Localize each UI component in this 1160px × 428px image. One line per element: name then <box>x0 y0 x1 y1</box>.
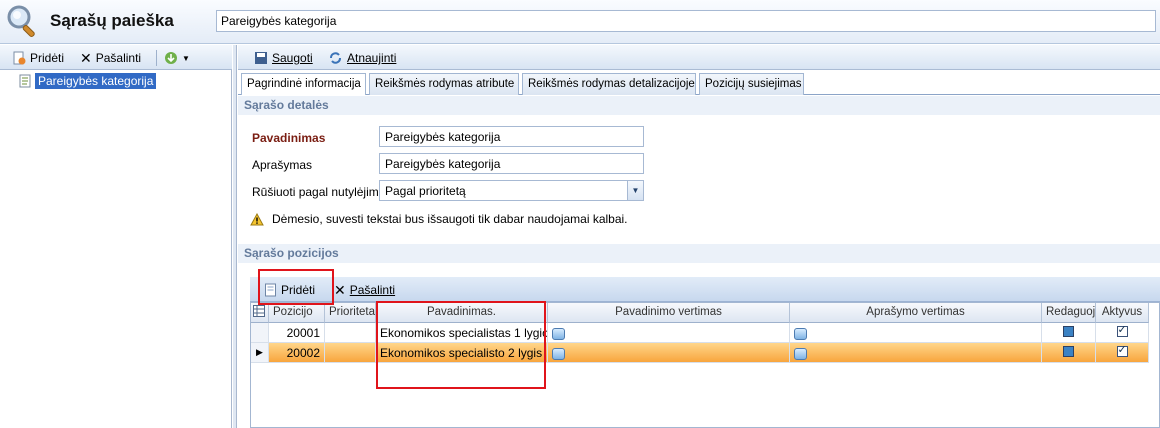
add-list-button[interactable]: Pridėti <box>12 49 64 67</box>
refresh-button[interactable]: Atnaujinti <box>328 49 396 67</box>
left-toolbar: Pridėti ✕ Pašalinti ▼ <box>0 45 232 70</box>
warning-text: Dėmesio, suvesti tekstai bus išsaugoti t… <box>272 212 628 226</box>
remove-position-button[interactable]: ✕ Pašalinti <box>334 281 395 299</box>
tab-strip: Pagrindinė informacija Reikšmės rodymas … <box>238 73 1160 96</box>
download-icon <box>165 52 177 64</box>
column-header-position[interactable]: Pozicijo <box>269 303 325 323</box>
positions-toolbar: Pridėti ✕ Pašalinti <box>250 277 1160 302</box>
pane-splitter[interactable] <box>233 45 237 428</box>
details-section-title: Sąrašo detalės <box>238 96 1160 115</box>
right-toolbar: Saugoti Atnaujinti <box>238 45 1160 70</box>
toolbar-divider <box>156 50 157 66</box>
tab-position-linking[interactable]: Pozicijų susiejimas <box>699 73 804 95</box>
highlight-box-add <box>258 269 334 305</box>
magnifier-icon <box>7 5 35 38</box>
translation-icon[interactable] <box>794 327 807 340</box>
row-indicator <box>251 323 269 343</box>
cell-description-translation[interactable] <box>790 343 1042 363</box>
cell-name-translation[interactable] <box>548 323 790 343</box>
save-label: Saugoti <box>272 51 313 65</box>
table-icon <box>253 305 265 317</box>
sort-label: Rūšiuoti pagal nutylėjimą <box>252 185 386 199</box>
chevron-down-icon[interactable]: ▼ <box>627 181 643 200</box>
column-header-priority[interactable]: Prioriteta <box>325 303 376 323</box>
name-label: Pavadinimas <box>252 131 326 145</box>
warning-message: Dėmesio, suvesti tekstai bus išsaugoti t… <box>250 212 628 226</box>
cell-active[interactable] <box>1096 323 1149 343</box>
active-checkbox[interactable] <box>1116 343 1128 357</box>
editable-checkbox[interactable] <box>1063 326 1074 337</box>
export-dropdown-button[interactable]: ▼ <box>164 49 190 67</box>
tab-main-info[interactable]: Pagrindinė informacija <box>241 73 366 96</box>
cell-position[interactable]: 20001 <box>269 323 325 343</box>
highlight-box-name-column <box>376 301 546 389</box>
positions-section-title: Sąrašo pozicijos <box>238 244 1160 263</box>
warning-icon <box>250 212 264 225</box>
tab-detail-display[interactable]: Reikšmės rodymas detalizacijoje <box>522 73 696 95</box>
column-header-name-translation[interactable]: Pavadinimo vertimas <box>548 303 790 323</box>
close-icon: ✕ <box>80 50 92 66</box>
active-checkbox[interactable] <box>1116 323 1128 337</box>
tree-item-label: Pareigybės kategorija <box>35 73 157 89</box>
cell-editable[interactable] <box>1042 343 1096 363</box>
app-title: Sąrašų paieška <box>50 11 174 30</box>
tree-item[interactable]: Pareigybės kategorija <box>18 73 157 89</box>
add-document-icon <box>13 51 26 65</box>
translation-icon[interactable] <box>552 347 565 360</box>
remove-list-label: Pašalinti <box>95 51 142 65</box>
column-header-active[interactable]: Aktyvus <box>1096 303 1149 323</box>
refresh-icon <box>330 52 341 64</box>
row-pointer-icon: ▶ <box>251 343 269 363</box>
cell-description-translation[interactable] <box>790 323 1042 343</box>
grid-column-chooser[interactable] <box>251 303 269 323</box>
cell-active[interactable] <box>1096 343 1149 363</box>
remove-position-label: Pašalinti <box>349 283 396 297</box>
refresh-label: Atnaujinti <box>347 51 397 65</box>
translation-icon[interactable] <box>794 347 807 360</box>
description-label: Aprašymas <box>252 158 313 172</box>
chevron-down-icon: ▼ <box>182 53 190 63</box>
save-button[interactable]: Saugoti <box>254 49 313 67</box>
cell-editable[interactable] <box>1042 323 1096 343</box>
cell-position[interactable]: 20002 <box>269 343 325 363</box>
header-bar: Sąrašų paieška <box>0 0 1160 44</box>
name-input[interactable] <box>379 126 644 147</box>
floppy-disk-icon <box>255 52 267 64</box>
list-document-icon <box>19 74 31 88</box>
tab-attribute-display[interactable]: Reikšmės rodymas atribute <box>369 73 519 95</box>
column-header-description-translation[interactable]: Aprašymo vertimas <box>790 303 1042 323</box>
cell-name-translation[interactable] <box>548 343 790 363</box>
description-input[interactable] <box>379 153 644 174</box>
remove-list-button[interactable]: ✕ Pašalinti <box>80 49 141 67</box>
left-pane: Pridėti ✕ Pašalinti ▼ Pareigybės kategor… <box>0 45 232 428</box>
add-list-label: Pridėti <box>30 51 65 65</box>
cell-priority[interactable] <box>325 343 376 363</box>
cell-priority[interactable] <box>325 323 376 343</box>
sort-select-value: Pagal prioritetą <box>385 184 466 198</box>
column-header-editable[interactable]: Redaguoj <box>1042 303 1096 323</box>
sort-select[interactable]: Pagal prioritetą ▼ <box>379 180 644 201</box>
search-input[interactable] <box>216 10 1156 32</box>
editable-checkbox[interactable] <box>1063 346 1074 357</box>
main-content: Sąrašo detalės Pavadinimas Aprašymas Rūš… <box>238 95 1160 428</box>
close-icon: ✕ <box>334 282 346 298</box>
translation-icon[interactable] <box>552 327 565 340</box>
